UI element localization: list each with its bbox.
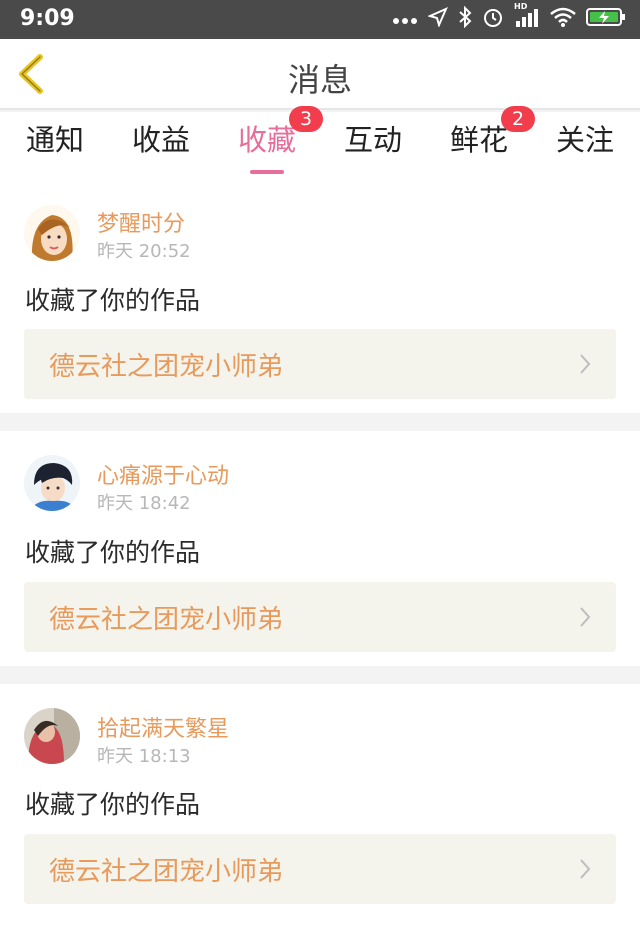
message-text: 收藏了你的作品 <box>25 790 201 819</box>
tab-label: 关注 <box>555 123 614 157</box>
work-link[interactable]: 德云社之团宠小师弟 <box>24 834 616 904</box>
message-text: 收藏了你的作品 <box>25 538 201 567</box>
work-title: 德云社之团宠小师弟 <box>49 857 284 887</box>
chevron-right-icon <box>580 607 591 627</box>
alarm-clock-icon <box>482 6 504 32</box>
location-arrow-icon <box>427 7 448 31</box>
avatar-girl-cartoon-icon <box>24 205 80 261</box>
work-title: 德云社之团宠小师弟 <box>49 352 284 382</box>
tab-flowers[interactable]: 鲜花 2 <box>449 106 535 180</box>
active-tab-indicator <box>250 170 284 174</box>
tab-favorites[interactable]: 收藏 3 <box>237 106 323 180</box>
status-bar: 9:09 HD <box>0 0 640 39</box>
work-title: 德云社之团宠小师弟 <box>49 605 284 635</box>
chevron-right-icon <box>580 354 591 374</box>
tab-notification[interactable]: 通知 <box>25 120 85 180</box>
user-name[interactable]: 拾起满天繁星 <box>97 711 229 743</box>
battery-charging-icon <box>586 7 626 31</box>
user-avatar[interactable] <box>24 455 80 511</box>
bluetooth-icon <box>458 5 472 32</box>
tab-label: 鲜花 <box>449 123 508 157</box>
message-time: 昨天 18:42 <box>97 493 191 514</box>
message-time: 昨天 20:52 <box>97 241 191 262</box>
tab-badge: 3 <box>289 106 323 132</box>
message-card: 心痛源于心动 昨天 18:42 收藏了你的作品 德云社之团宠小师弟 <box>0 431 640 666</box>
header-bar: 消息 <box>0 39 640 110</box>
work-link[interactable]: 德云社之团宠小师弟 <box>24 329 616 399</box>
user-name[interactable]: 心痛源于心动 <box>97 458 229 490</box>
tab-interaction[interactable]: 互动 <box>343 120 403 180</box>
tab-follow[interactable]: 关注 <box>555 120 615 180</box>
page-title: 消息 <box>287 61 352 99</box>
avatar-boy-photo-icon <box>24 455 80 511</box>
user-avatar[interactable] <box>24 708 80 764</box>
tab-label: 收藏 <box>237 123 296 157</box>
avatar-girl-photo-icon <box>24 708 80 764</box>
signal-hd-icon: HD <box>514 2 540 32</box>
tab-badge: 2 <box>501 106 535 132</box>
status-time: 9:09 <box>20 6 75 31</box>
wifi-icon <box>550 7 576 31</box>
message-text: 收藏了你的作品 <box>25 286 201 315</box>
message-time: 昨天 18:13 <box>97 746 191 767</box>
message-card: 梦醒时分 昨天 20:52 收藏了你的作品 德云社之团宠小师弟 <box>0 180 640 413</box>
tab-bar: 通知 收益 收藏 3 互动 鲜花 2 关注 <box>0 106 640 180</box>
chevron-right-icon <box>580 859 591 879</box>
work-link[interactable]: 德云社之团宠小师弟 <box>24 582 616 652</box>
message-card: 拾起满天繁星 昨天 18:13 收藏了你的作品 德云社之团宠小师弟 <box>0 684 640 925</box>
tab-label: 互动 <box>343 123 402 157</box>
user-name[interactable]: 梦醒时分 <box>97 206 185 238</box>
more-dots-icon <box>392 10 418 29</box>
status-icons: HD <box>392 2 626 32</box>
tab-label: 收益 <box>131 123 190 157</box>
tab-label: 通知 <box>25 123 84 157</box>
tab-earnings[interactable]: 收益 <box>131 120 191 180</box>
user-avatar[interactable] <box>24 205 80 261</box>
